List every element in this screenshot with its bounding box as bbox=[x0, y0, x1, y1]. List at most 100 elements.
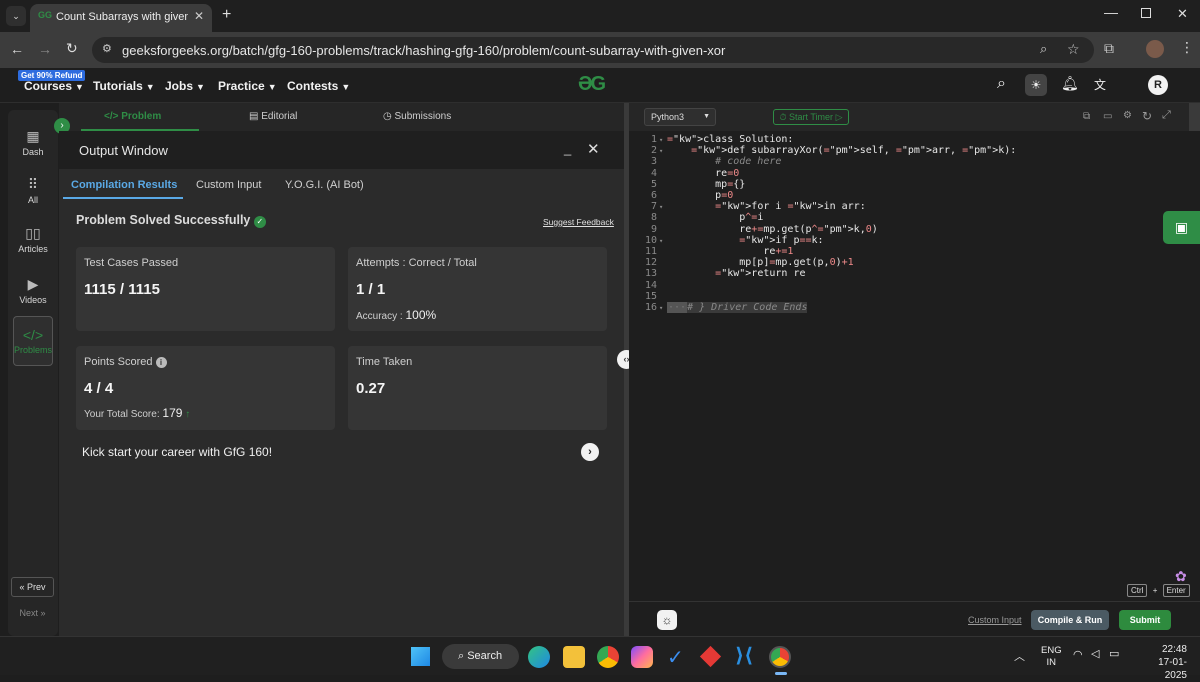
ai-brain-icon[interactable]: ✿ bbox=[1175, 568, 1187, 585]
rail-item-problems[interactable]: </> Problems bbox=[13, 316, 53, 366]
chrome-icon[interactable] bbox=[597, 646, 619, 668]
translate-icon[interactable]: 文 bbox=[1094, 76, 1106, 93]
search-icon[interactable]: ⌕ bbox=[997, 75, 1006, 93]
promo-text[interactable]: Kick start your career with GfG 160! bbox=[82, 445, 272, 459]
git-diamond-icon[interactable] bbox=[699, 645, 722, 668]
language-select[interactable]: Python3 ▼ bbox=[644, 108, 716, 126]
code-line[interactable]: ="kw">class Solution: bbox=[667, 134, 793, 145]
taskbar-search[interactable]: ⌕ Search bbox=[442, 644, 519, 669]
clock[interactable]: 22:48 17-01-2025 bbox=[1137, 643, 1187, 682]
language-indicator[interactable]: ENG IN bbox=[1041, 645, 1062, 669]
nav-tutorials[interactable]: Tutorials ▼ bbox=[93, 79, 155, 93]
chrome-profile-icon[interactable] bbox=[769, 646, 791, 668]
rail-item-articles[interactable]: ▯▯ Articles bbox=[8, 225, 58, 254]
gfg-logo-icon[interactable]: ƏG bbox=[578, 73, 606, 96]
tab-problem[interactable]: </> Problem bbox=[104, 111, 161, 122]
close-icon[interactable]: ✕ bbox=[587, 140, 600, 158]
nav-jobs[interactable]: Jobs ▼ bbox=[165, 79, 205, 93]
active-tab[interactable]: GG Count Subarrays with given XOR ✕ bbox=[30, 4, 212, 32]
code-line[interactable]: ="kw">return re bbox=[667, 268, 805, 279]
profile-avatar[interactable] bbox=[1146, 40, 1164, 58]
code-line[interactable]: re=0 bbox=[667, 168, 739, 179]
hint-bulb-icon[interactable]: ☼ bbox=[657, 610, 677, 630]
tab-close-icon[interactable]: ✕ bbox=[194, 9, 204, 23]
nav-practice[interactable]: Practice ▼ bbox=[218, 79, 277, 93]
fold-arrow-icon[interactable]: ▾ bbox=[659, 203, 663, 211]
reload-icon[interactable]: ↻ bbox=[66, 40, 78, 57]
battery-icon[interactable]: ▭ bbox=[1109, 647, 1119, 660]
browser-tab-strip: ⌄ GG Count Subarrays with given XOR ✕ + … bbox=[0, 0, 1200, 32]
rail-item-all[interactable]: ⠿ All bbox=[8, 176, 58, 205]
reset-icon[interactable]: ↻ bbox=[1142, 109, 1152, 123]
address-bar[interactable]: ⚙ geeksforgeeks.org/batch/gfg-160-proble… bbox=[92, 37, 1094, 63]
notification-bell-icon[interactable]: 🔔︎ bbox=[1061, 75, 1079, 92]
code-editor[interactable]: 1 ▾ 2 ▾ 3 4 5 6 7 ▾ 8 9 10 ▾ 11 12 13 14 15 16 ▾ ="kw">class… bbox=[629, 131, 1200, 601]
code-line[interactable]: ···# } Driver Code Ends bbox=[667, 302, 808, 313]
restore-window-icon[interactable] bbox=[1141, 8, 1151, 18]
chat-bubble-icon[interactable]: ▣ bbox=[1163, 211, 1200, 244]
file-explorer-icon[interactable] bbox=[563, 646, 585, 668]
submit-button[interactable]: Submit bbox=[1119, 610, 1171, 630]
nav-courses[interactable]: Courses ▼ bbox=[24, 79, 84, 93]
copy-icon[interactable]: ⧉ bbox=[1083, 111, 1090, 122]
suggest-feedback-link[interactable]: Suggest Feedback bbox=[543, 217, 614, 227]
url-text[interactable]: geeksforgeeks.org/batch/gfg-160-problems… bbox=[122, 43, 725, 58]
theme-toggle-icon[interactable]: ☀ bbox=[1025, 74, 1047, 96]
info-icon[interactable]: i bbox=[155, 357, 167, 368]
site-info-icon[interactable]: ⚙ bbox=[102, 42, 112, 55]
code-line[interactable]: mp[p]=mp.get(p,0)+1 bbox=[667, 257, 853, 268]
tab-submissions[interactable]: ◷ Submissions bbox=[383, 111, 451, 122]
windows-start-icon[interactable] bbox=[411, 647, 430, 666]
code-line[interactable]: ="kw">if p==k: bbox=[667, 235, 823, 246]
code-line[interactable]: ="kw">def subarrayXor(="pm">self, ="pm">… bbox=[667, 145, 1016, 156]
settings-icon[interactable]: ⚙ bbox=[1123, 110, 1132, 121]
tab-compilation-results[interactable]: Compilation Results bbox=[71, 179, 177, 191]
code-line[interactable]: re+=mp.get(p^="pm">k,0) bbox=[667, 224, 878, 235]
vscode-icon[interactable]: ⟩⟨ bbox=[735, 643, 753, 668]
custom-input-link[interactable]: Custom Input bbox=[968, 615, 1022, 625]
scrollbar-track[interactable] bbox=[1189, 103, 1200, 131]
fold-arrow-icon[interactable]: ▾ bbox=[659, 147, 663, 155]
output-window-title: Output Window bbox=[79, 143, 168, 158]
next-button[interactable]: Next » bbox=[11, 604, 54, 624]
copilot-icon[interactable] bbox=[631, 646, 653, 668]
tab-custom-input[interactable]: Custom Input bbox=[196, 179, 261, 191]
prev-button[interactable]: « Prev bbox=[11, 577, 54, 597]
code-line[interactable]: mp={} bbox=[667, 179, 745, 190]
code-line[interactable]: p=0 bbox=[667, 190, 733, 201]
browser-menu-icon[interactable]: ⋮ bbox=[1180, 39, 1194, 56]
compile-run-button[interactable]: Compile & Run bbox=[1031, 610, 1109, 630]
start-timer-button[interactable]: ⏱ Start Timer ▷ bbox=[773, 109, 849, 125]
volume-icon[interactable]: ◁ bbox=[1091, 647, 1099, 660]
code-line[interactable]: p^=i bbox=[667, 212, 763, 223]
tray-chevron-up-icon[interactable]: ︿ bbox=[1014, 648, 1025, 664]
edge-icon[interactable] bbox=[528, 646, 550, 668]
nav-contests[interactable]: Contests ▼ bbox=[287, 79, 350, 93]
tab-search-button[interactable]: ⌄ bbox=[6, 6, 26, 26]
rail-item-dash[interactable]: ▦ Dash bbox=[8, 128, 58, 157]
wifi-icon[interactable]: ◠ bbox=[1073, 648, 1083, 661]
code-line[interactable]: ="kw">for i ="kw">in arr: bbox=[667, 201, 866, 212]
code-line[interactable]: # code here bbox=[667, 156, 781, 167]
file-icon[interactable]: ▭ bbox=[1103, 111, 1112, 122]
minimize-icon[interactable]: _ bbox=[564, 141, 571, 156]
user-avatar[interactable]: R bbox=[1148, 75, 1168, 95]
extensions-icon[interactable]: ⧉ bbox=[1104, 40, 1114, 57]
fullscreen-icon[interactable]: ⤢ bbox=[1162, 109, 1171, 122]
fold-arrow-icon[interactable]: ▾ bbox=[659, 237, 663, 245]
new-tab-icon[interactable]: + bbox=[222, 6, 231, 24]
todo-check-icon[interactable]: ✓ bbox=[667, 645, 684, 670]
code-line[interactable]: re+=1 bbox=[667, 246, 793, 257]
fold-arrow-icon[interactable]: ▾ bbox=[659, 304, 663, 312]
promo-arrow-icon[interactable]: › bbox=[581, 443, 599, 461]
rail-item-videos[interactable]: ▶ Videos bbox=[8, 276, 58, 305]
back-icon[interactable]: ← bbox=[10, 41, 24, 57]
bookmark-star-icon[interactable]: ☆ bbox=[1067, 41, 1080, 58]
tab-yogi-bot[interactable]: Y.O.G.I. (AI Bot) bbox=[285, 179, 364, 191]
minimize-window-icon[interactable]: — bbox=[1104, 4, 1118, 20]
forward-icon[interactable]: → bbox=[38, 41, 52, 57]
tab-editorial[interactable]: ▤ Editorial bbox=[249, 111, 297, 122]
zoom-icon[interactable]: ⌕ bbox=[1040, 41, 1047, 57]
close-window-icon[interactable]: ✕ bbox=[1177, 6, 1188, 22]
fold-arrow-icon[interactable]: ▾ bbox=[659, 136, 663, 144]
